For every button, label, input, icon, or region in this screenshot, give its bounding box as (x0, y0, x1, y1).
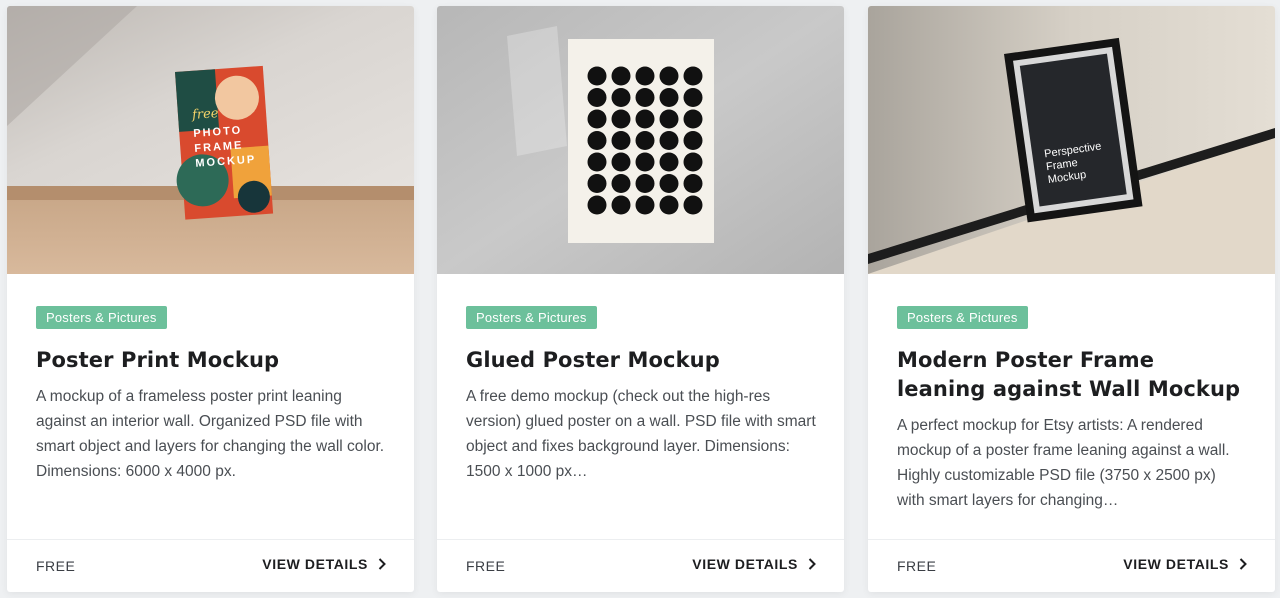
poster-dot (611, 152, 631, 172)
poster-dot (635, 152, 655, 172)
view-details-label: VIEW DETAILS (692, 556, 798, 572)
poster-dot (659, 174, 679, 193)
poster-dot (683, 195, 703, 215)
card-title[interactable]: Glued Poster Mockup (466, 346, 816, 375)
poster-dot (635, 131, 655, 150)
card-footer: FREE VIEW DETAILS (7, 539, 414, 592)
chevron-right-icon (808, 558, 816, 570)
poster-dot (587, 109, 607, 129)
poster-dot (611, 195, 631, 215)
poster-dot (659, 88, 679, 107)
card-thumbnail[interactable]: free PHOTO FRAME MOCKUP (7, 6, 414, 274)
poster-dot (635, 174, 655, 193)
card-description: A mockup of a frameless poster print lea… (36, 388, 385, 480)
chevron-right-icon (1239, 558, 1247, 570)
product-card[interactable]: Posters & Pictures Glued Poster Mockup A… (437, 6, 844, 592)
card-title[interactable]: Poster Print Mockup (36, 346, 386, 375)
poster-dot (683, 131, 703, 150)
poster-dot (587, 152, 607, 172)
view-details-link[interactable]: VIEW DETAILS (262, 556, 386, 572)
view-details-link[interactable]: VIEW DETAILS (692, 556, 816, 572)
poster-dot (635, 195, 655, 215)
poster-dot (659, 131, 679, 150)
poster-dot (611, 131, 631, 150)
card-thumbnail[interactable] (437, 6, 844, 274)
poster-dot (683, 88, 703, 107)
poster-dot (611, 88, 631, 107)
category-tag[interactable]: Posters & Pictures (466, 306, 597, 329)
poster-dot (635, 66, 655, 86)
poster-dot (611, 174, 631, 193)
poster-dot (611, 109, 631, 129)
poster-dot (659, 66, 679, 86)
poster-dot (587, 195, 607, 215)
view-details-label: VIEW DETAILS (262, 556, 368, 572)
price-label: FREE (897, 558, 937, 574)
poster-dot (683, 174, 703, 193)
view-details-link[interactable]: VIEW DETAILS (1123, 556, 1247, 572)
chevron-right-icon (378, 558, 386, 570)
category-tag[interactable]: Posters & Pictures (36, 306, 167, 329)
poster-dot (659, 152, 679, 172)
card-title[interactable]: Modern Poster Frame leaning against Wall… (897, 346, 1247, 404)
poster-dot (635, 88, 655, 107)
poster-dot (683, 109, 703, 129)
product-card[interactable]: Perspective Frame Mockup Posters & Pictu… (868, 6, 1275, 592)
poster-dot (587, 131, 607, 150)
poster-dot (659, 195, 679, 215)
category-tag[interactable]: Posters & Pictures (897, 306, 1028, 329)
poster-dot (635, 109, 655, 129)
card-footer: FREE VIEW DETAILS (437, 539, 844, 592)
poster-dot (587, 66, 607, 86)
product-card[interactable]: free PHOTO FRAME MOCKUP Posters & Pictur… (7, 6, 414, 592)
poster-dot (587, 88, 607, 107)
poster-dot (587, 174, 607, 193)
card-footer: FREE VIEW DETAILS (868, 539, 1275, 592)
poster-dot (683, 66, 703, 86)
poster-dot (659, 109, 679, 129)
poster-script-text: free (191, 106, 220, 123)
card-description: A free demo mockup (check out the high-r… (466, 388, 816, 480)
price-label: FREE (36, 558, 76, 574)
card-thumbnail[interactable]: Perspective Frame Mockup (868, 6, 1275, 274)
poster-dot (611, 66, 631, 86)
poster-dot (683, 152, 703, 172)
view-details-label: VIEW DETAILS (1123, 556, 1229, 572)
card-description: A perfect mockup for Etsy artists: A ren… (897, 417, 1230, 509)
price-label: FREE (466, 558, 506, 574)
